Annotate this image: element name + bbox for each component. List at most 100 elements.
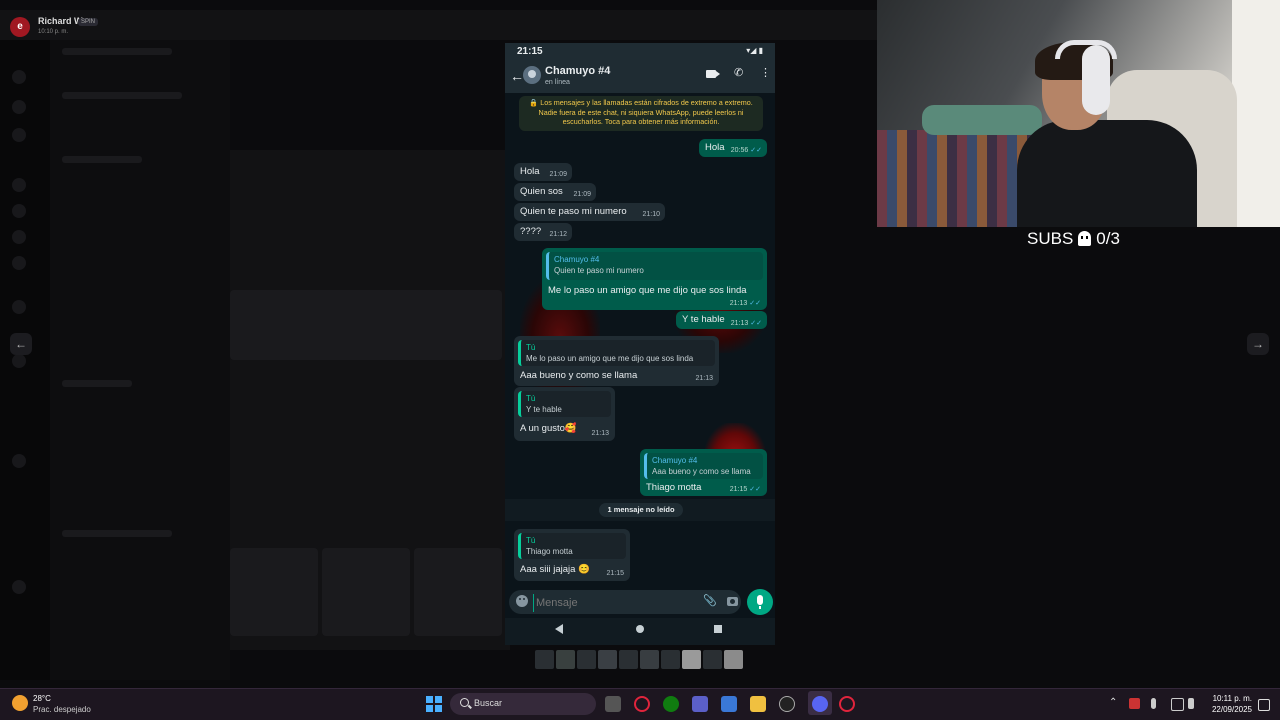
phone-call-icon[interactable]: ✆: [734, 66, 743, 79]
attach-icon[interactable]: 📎: [703, 594, 717, 607]
video-call-icon[interactable]: [706, 70, 720, 78]
quoted-message[interactable]: Tú Y te hable: [518, 391, 611, 417]
message-time: 21:10: [642, 211, 660, 218]
microphone-tray-icon[interactable]: [1151, 698, 1156, 709]
quote-author: Tú: [526, 394, 536, 403]
message-time: 21:13 ✓✓: [729, 300, 761, 307]
discord-icon[interactable]: [812, 696, 828, 712]
webcam-background: [1232, 0, 1280, 227]
thumbnail[interactable]: [640, 650, 659, 669]
background-sidebar-icon: [12, 204, 26, 218]
incoming-message[interactable]: Tú Y te hable A un gusto🥰 21:13: [514, 387, 615, 441]
clock-time[interactable]: 10:11 p. m.: [1208, 694, 1252, 703]
opera-icon[interactable]: [634, 696, 650, 712]
app-icon[interactable]: [839, 696, 855, 712]
encryption-notice[interactable]: 🔒 Los mensajes y las llamadas están cifr…: [519, 96, 763, 131]
background-card: [322, 548, 410, 636]
thumbnail[interactable]: [556, 650, 575, 669]
incoming-message[interactable]: Tú Thiago motta Aaa siii jajaja 😊 21:15: [514, 529, 630, 581]
nav-back-icon[interactable]: [555, 624, 563, 634]
weather-temp[interactable]: 28°C: [33, 694, 51, 703]
camera-icon[interactable]: [727, 597, 738, 606]
thumbnail[interactable]: [682, 650, 701, 669]
incoming-message[interactable]: Tú Me lo paso un amigo que me dijo que s…: [514, 336, 719, 386]
task-view-icon[interactable]: [605, 696, 621, 712]
user-avatar[interactable]: e: [10, 17, 30, 37]
chat-messages[interactable]: 🔒 Los mensajes y las llamadas están cifr…: [505, 93, 775, 588]
next-arrow-icon[interactable]: →: [1247, 333, 1269, 355]
quote-text: Me lo paso un amigo que me dijo que sos …: [526, 354, 694, 363]
android-nav-bar: [505, 618, 775, 645]
message-text: Hola: [520, 166, 540, 177]
windows-start-icon[interactable]: [426, 696, 442, 712]
quote-author: Tú: [526, 536, 536, 545]
steam-icon[interactable]: [779, 696, 795, 712]
quote-author: Tú: [526, 343, 536, 352]
thumbnail[interactable]: [577, 650, 596, 669]
tray-overflow-icon[interactable]: ⌃: [1109, 697, 1117, 708]
tray-app-icon[interactable]: [1129, 698, 1140, 709]
status-icons: ▾◢ ▮: [746, 46, 763, 55]
volume-icon[interactable]: [1188, 698, 1194, 709]
voice-message-button[interactable]: [747, 589, 773, 615]
weather-description[interactable]: Prac. despejado: [33, 705, 91, 714]
thumbnail[interactable]: [619, 650, 638, 669]
clock-date[interactable]: 22/09/2025: [1208, 705, 1252, 714]
status-time: 21:15: [517, 46, 543, 57]
thumbnail[interactable]: [598, 650, 617, 669]
status-bar: 21:15 ▾◢ ▮: [505, 43, 775, 61]
contact-name[interactable]: Chamuyo #4: [545, 65, 610, 77]
xbox-icon[interactable]: [663, 696, 679, 712]
message-input-bar: 📎: [509, 590, 741, 614]
outgoing-message[interactable]: Hola 20:56 ✓✓: [699, 139, 767, 157]
outgoing-message[interactable]: Chamuyo #4 Aaa bueno y como se llama Thi…: [640, 449, 767, 496]
background-sidebar-icon: [12, 230, 26, 244]
user-time: 10:10 p. m.: [38, 29, 69, 35]
background-card: [230, 548, 318, 636]
background-card: [414, 548, 502, 636]
incoming-message[interactable]: ???? 21:12: [514, 223, 572, 241]
quoted-message[interactable]: Tú Me lo paso un amigo que me dijo que s…: [518, 340, 715, 366]
search-label: Buscar: [474, 698, 503, 708]
background-list-row: [62, 92, 182, 99]
outgoing-message[interactable]: Chamuyo #4 Quien te paso mi numero Me lo…: [542, 248, 767, 310]
background-list-row: [62, 48, 172, 55]
notification-icon[interactable]: [1258, 699, 1270, 711]
quoted-message[interactable]: Chamuyo #4 Aaa bueno y como se llama: [644, 453, 763, 479]
incoming-message[interactable]: Quien sos 21:09: [514, 183, 596, 201]
network-icon[interactable]: [1171, 698, 1184, 711]
prev-arrow-icon[interactable]: ←: [10, 333, 32, 355]
emoji-icon[interactable]: [516, 595, 528, 607]
outgoing-message[interactable]: Y te hable 21:13 ✓✓: [676, 311, 767, 329]
nav-recents-icon[interactable]: [714, 625, 722, 633]
background-chat-list: [50, 40, 230, 680]
quoted-message[interactable]: Chamuyo #4 Quien te paso mi numero: [546, 252, 763, 280]
teams-icon[interactable]: [692, 696, 708, 712]
thumbnail[interactable]: [703, 650, 722, 669]
weather-icon[interactable]: [12, 695, 28, 711]
message-text: Me lo paso un amigo que me dijo que sos …: [548, 285, 747, 296]
file-explorer-icon[interactable]: [750, 696, 766, 712]
message-time: 21:09: [573, 191, 591, 198]
quoted-message[interactable]: Tú Thiago motta: [518, 533, 626, 559]
incoming-message[interactable]: Quien te paso mi numero 21:10: [514, 203, 665, 221]
thumbnail[interactable]: [661, 650, 680, 669]
ghost-icon: [1078, 231, 1092, 246]
search-icon: [460, 698, 469, 707]
quote-text: Y te hable: [526, 405, 562, 414]
contact-status: en línea: [545, 79, 570, 86]
thumbnail[interactable]: [535, 650, 554, 669]
incoming-message[interactable]: Hola 21:09: [514, 163, 572, 181]
back-arrow-icon[interactable]: ←: [510, 68, 524, 84]
background-sidebar-icon: [12, 178, 26, 192]
more-options-icon[interactable]: ⋮: [760, 66, 771, 79]
quote-text: Aaa bueno y como se llama: [652, 467, 751, 476]
contact-avatar[interactable]: [523, 66, 541, 84]
quote-text: Quien te paso mi numero: [554, 266, 644, 275]
thumbnail[interactable]: [724, 650, 743, 669]
background-card: [230, 290, 502, 360]
message-input[interactable]: [533, 594, 688, 612]
nav-home-icon[interactable]: [636, 625, 644, 633]
store-icon[interactable]: [721, 696, 737, 712]
taskbar-search[interactable]: Buscar: [450, 693, 596, 715]
